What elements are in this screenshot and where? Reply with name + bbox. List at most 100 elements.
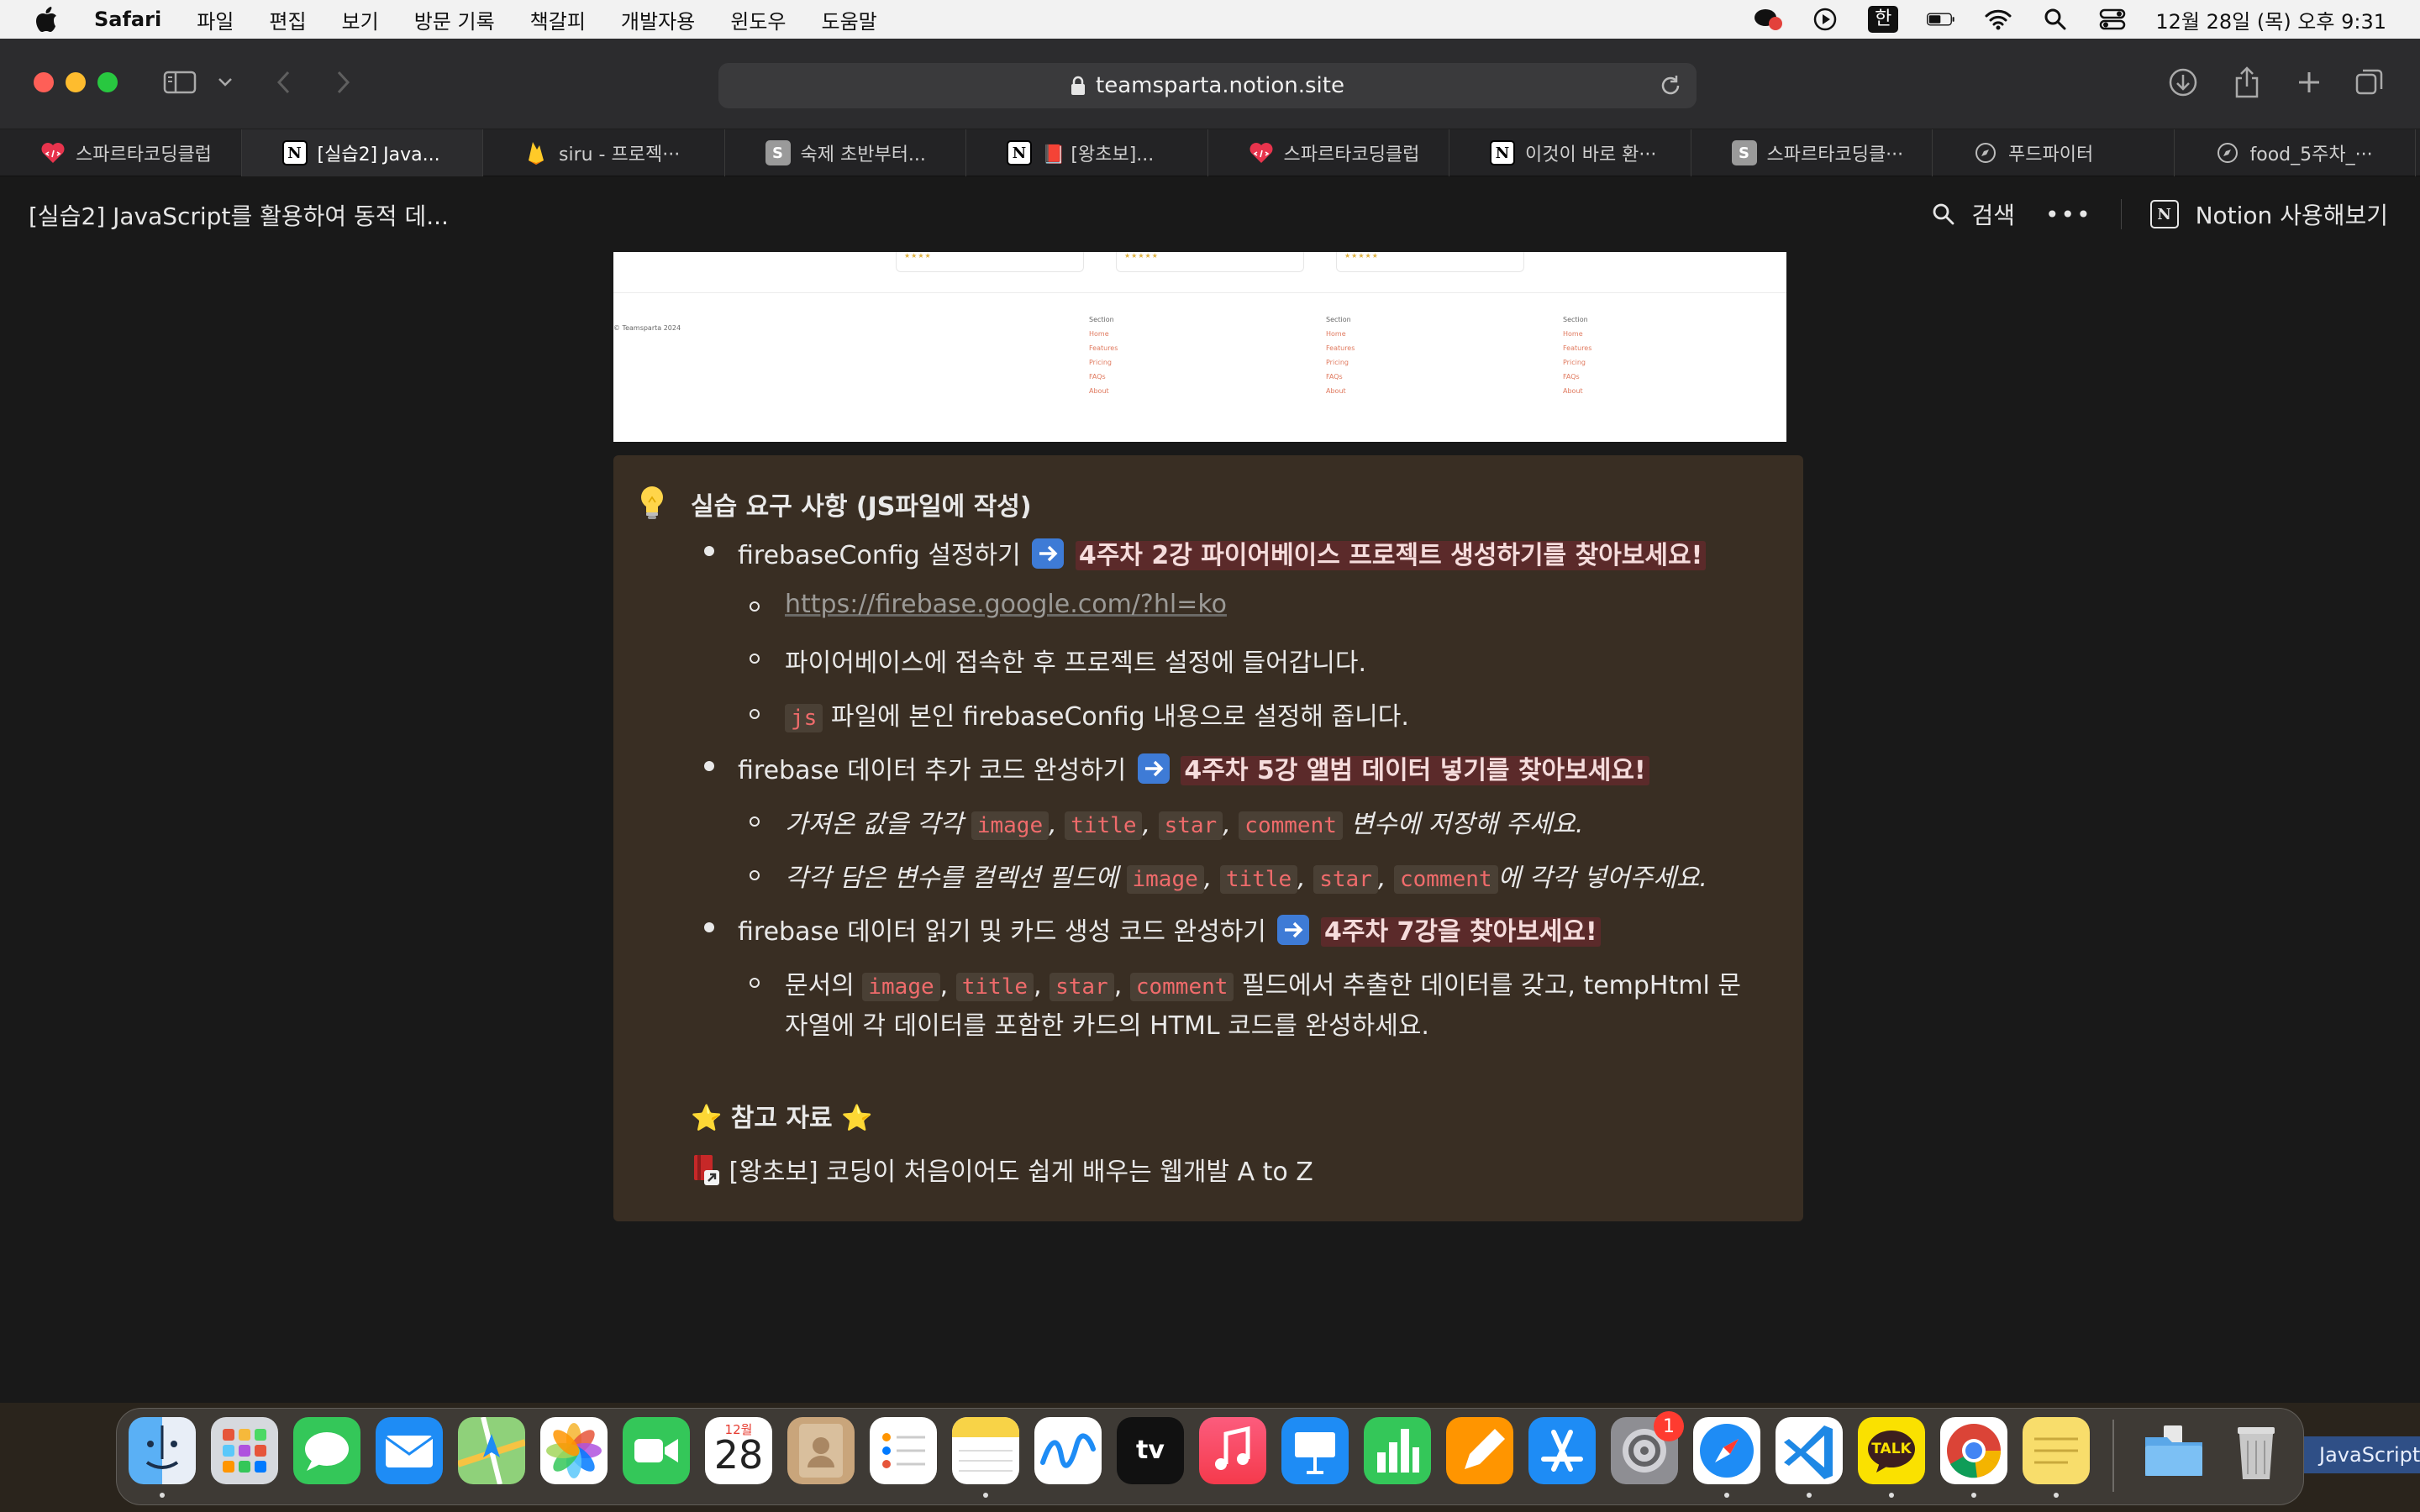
input-method-indicator[interactable]: 한	[1868, 6, 1899, 33]
finder-icon[interactable]	[129, 1417, 196, 1484]
requirement-sub-text: 가져온 값을 각각 image, title, star, comment 변수…	[785, 810, 1584, 840]
freeform-icon[interactable]	[1034, 1417, 1102, 1484]
notion-icon: N	[281, 140, 308, 165]
address-bar[interactable]: teamsparta.notion.site	[718, 63, 1697, 108]
firebase-link[interactable]: https://firebase.google.com/?hl=ko	[785, 590, 1227, 619]
menu-edit[interactable]: 편집	[269, 5, 306, 34]
apple-icon[interactable]	[32, 5, 60, 34]
app-store-icon[interactable]	[1528, 1417, 1596, 1484]
reload-icon[interactable]	[1656, 71, 1685, 100]
apple-tv-icon[interactable]: tv	[1117, 1417, 1184, 1484]
callout-title: 실습 요구 사항 (JS파일에 작성)	[691, 492, 1032, 522]
minimize-window-button[interactable]	[66, 72, 86, 92]
menu-help[interactable]: 도움말	[821, 5, 876, 34]
tab-food-fighter[interactable]: 푸드파이터	[1933, 129, 2175, 176]
page-title[interactable]: [실습2] JavaScript를 활용하여 동적 데...	[29, 198, 449, 232]
control-center-icon[interactable]	[2098, 7, 2127, 32]
chrome-icon[interactable]	[1940, 1417, 2007, 1484]
menu-file[interactable]: 파일	[197, 5, 234, 34]
pages-icon[interactable]	[1446, 1417, 1513, 1484]
menu-app-name[interactable]: Safari	[94, 8, 161, 31]
more-options-button[interactable]: •••	[2045, 201, 2092, 228]
requirement-sub-text: 문서의 image, title, star, comment 필드에서 추출한…	[785, 971, 1741, 1001]
tab-label: 숙제 초반부터...	[800, 144, 926, 165]
photos-icon[interactable]	[540, 1417, 608, 1484]
tab-environment[interactable]: N 이것이 바로 환···	[1449, 129, 1691, 176]
downloads-folder-icon[interactable]	[2140, 1417, 2207, 1484]
running-indicator	[1971, 1493, 1976, 1498]
tab-food-week5[interactable]: food_5주차_···	[2175, 129, 2416, 176]
search-button[interactable]: 검색	[1972, 197, 2016, 231]
requirement-item-2: firebase 데이터 추가 코드 완성하기 4주차 5강 앨범 데이터 넣기…	[738, 749, 1649, 786]
menubar-datetime[interactable]: 12월 28일 (목) 오후 9:31	[2155, 5, 2386, 34]
keynote-icon[interactable]	[1281, 1417, 1349, 1484]
topbar-actions: 검색 ••• N Notion 사용해보기	[1932, 192, 2388, 237]
trash-icon[interactable]	[2223, 1417, 2290, 1484]
music-icon[interactable]	[1199, 1417, 1266, 1484]
share-icon[interactable]	[2230, 64, 2264, 101]
tab-practice-2[interactable]: N [실습2] Java...	[241, 129, 483, 176]
vscode-icon[interactable]	[1776, 1417, 1843, 1484]
try-notion-button[interactable]: Notion 사용해보기	[2196, 197, 2388, 231]
chevron-down-icon[interactable]	[215, 64, 235, 101]
sidebar-toggle-icon[interactable]	[161, 64, 198, 101]
tab-sparta-2[interactable]: 스파르타코딩클럽	[1208, 129, 1449, 176]
tab-label: 스파르타코딩클럽	[76, 144, 212, 165]
messages-icon[interactable]	[293, 1417, 360, 1484]
facetime-icon[interactable]	[623, 1417, 690, 1484]
hint-highlight: 4주차 5강 앨범 데이터 넣기를 찾아보세요!	[1181, 756, 1649, 785]
notes-icon[interactable]	[952, 1417, 1019, 1484]
stickies-icon[interactable]	[2023, 1417, 2090, 1484]
requirements-callout: 실습 요구 사항 (JS파일에 작성) firebaseConfig 설정하기 …	[613, 455, 1803, 1221]
media-play-icon[interactable]	[1811, 7, 1839, 32]
bullet-circle	[750, 709, 760, 719]
reference-page-link[interactable]: [왕초보] 코딩이 처음이어도 쉽게 배우는 웹개발 A to Z	[691, 1151, 1313, 1188]
menu-history[interactable]: 방문 기록	[414, 5, 495, 34]
menu-bookmarks[interactable]: 책갈피	[530, 5, 586, 34]
reminders-icon[interactable]	[870, 1417, 937, 1484]
numbers-icon[interactable]	[1364, 1417, 1431, 1484]
running-indicator	[983, 1493, 988, 1498]
downloads-icon[interactable]	[2166, 64, 2200, 101]
battery-icon[interactable]	[1927, 7, 1955, 32]
red-book-icon	[694, 1155, 719, 1185]
tab-label: 📕 [왕초보]...	[1042, 144, 1155, 165]
safari-icon[interactable]	[1693, 1417, 1760, 1484]
zoom-window-button[interactable]	[97, 72, 118, 92]
preview-footer-column: Section Home Features Pricing FAQs About	[1563, 316, 1592, 395]
bullet-disc	[704, 546, 714, 556]
dock-separator	[2112, 1420, 2114, 1492]
mail-icon[interactable]	[376, 1417, 443, 1484]
wifi-icon[interactable]	[1984, 7, 2012, 32]
contacts-icon[interactable]	[787, 1417, 855, 1484]
spotlight-search-icon[interactable]	[2041, 7, 2070, 32]
close-window-button[interactable]	[34, 72, 54, 92]
tab-label: 스파르타코딩클···	[1766, 144, 1904, 165]
maps-icon[interactable]	[458, 1417, 525, 1484]
back-arrow-icon[interactable]	[271, 64, 297, 101]
kakaotalk-icon[interactable]: TALK	[1858, 1417, 1925, 1484]
notion-icon: N	[1007, 140, 1032, 165]
tab-sparta-3[interactable]: S 스파르타코딩클···	[1691, 129, 1933, 176]
tab-sparta-1[interactable]: 스파르타코딩클럽	[0, 129, 242, 176]
calendar-icon[interactable]: 12월 28	[705, 1417, 772, 1484]
kakaotalk-status-icon[interactable]	[1754, 7, 1783, 32]
tab-siru-project[interactable]: siru - 프로젝···	[483, 129, 725, 176]
tab-homework[interactable]: S 숙제 초반부터...	[725, 129, 966, 176]
tab-label: food_5주차_···	[2249, 144, 2373, 165]
notion-topbar: [실습2] JavaScript를 활용하여 동적 데... 검색 ••• N …	[0, 176, 2420, 252]
menu-window[interactable]: 윈도우	[730, 5, 786, 34]
tab-beginner-course[interactable]: N 📕 [왕초보]...	[966, 129, 1208, 176]
new-tab-icon[interactable]	[2292, 64, 2326, 101]
topbar-divider	[2120, 199, 2122, 229]
notion-icon: N	[2149, 200, 2179, 228]
tab-overview-icon[interactable]	[2353, 64, 2386, 101]
sparta-heart-icon	[1249, 140, 1274, 165]
launchpad-icon[interactable]	[211, 1417, 278, 1484]
menu-view[interactable]: 보기	[342, 5, 379, 34]
search-icon[interactable]	[1932, 202, 1955, 226]
firebase-icon	[523, 140, 549, 165]
running-indicator	[1807, 1493, 1812, 1498]
menu-develop[interactable]: 개발자용	[621, 5, 695, 34]
forward-arrow-icon[interactable]	[329, 64, 356, 101]
